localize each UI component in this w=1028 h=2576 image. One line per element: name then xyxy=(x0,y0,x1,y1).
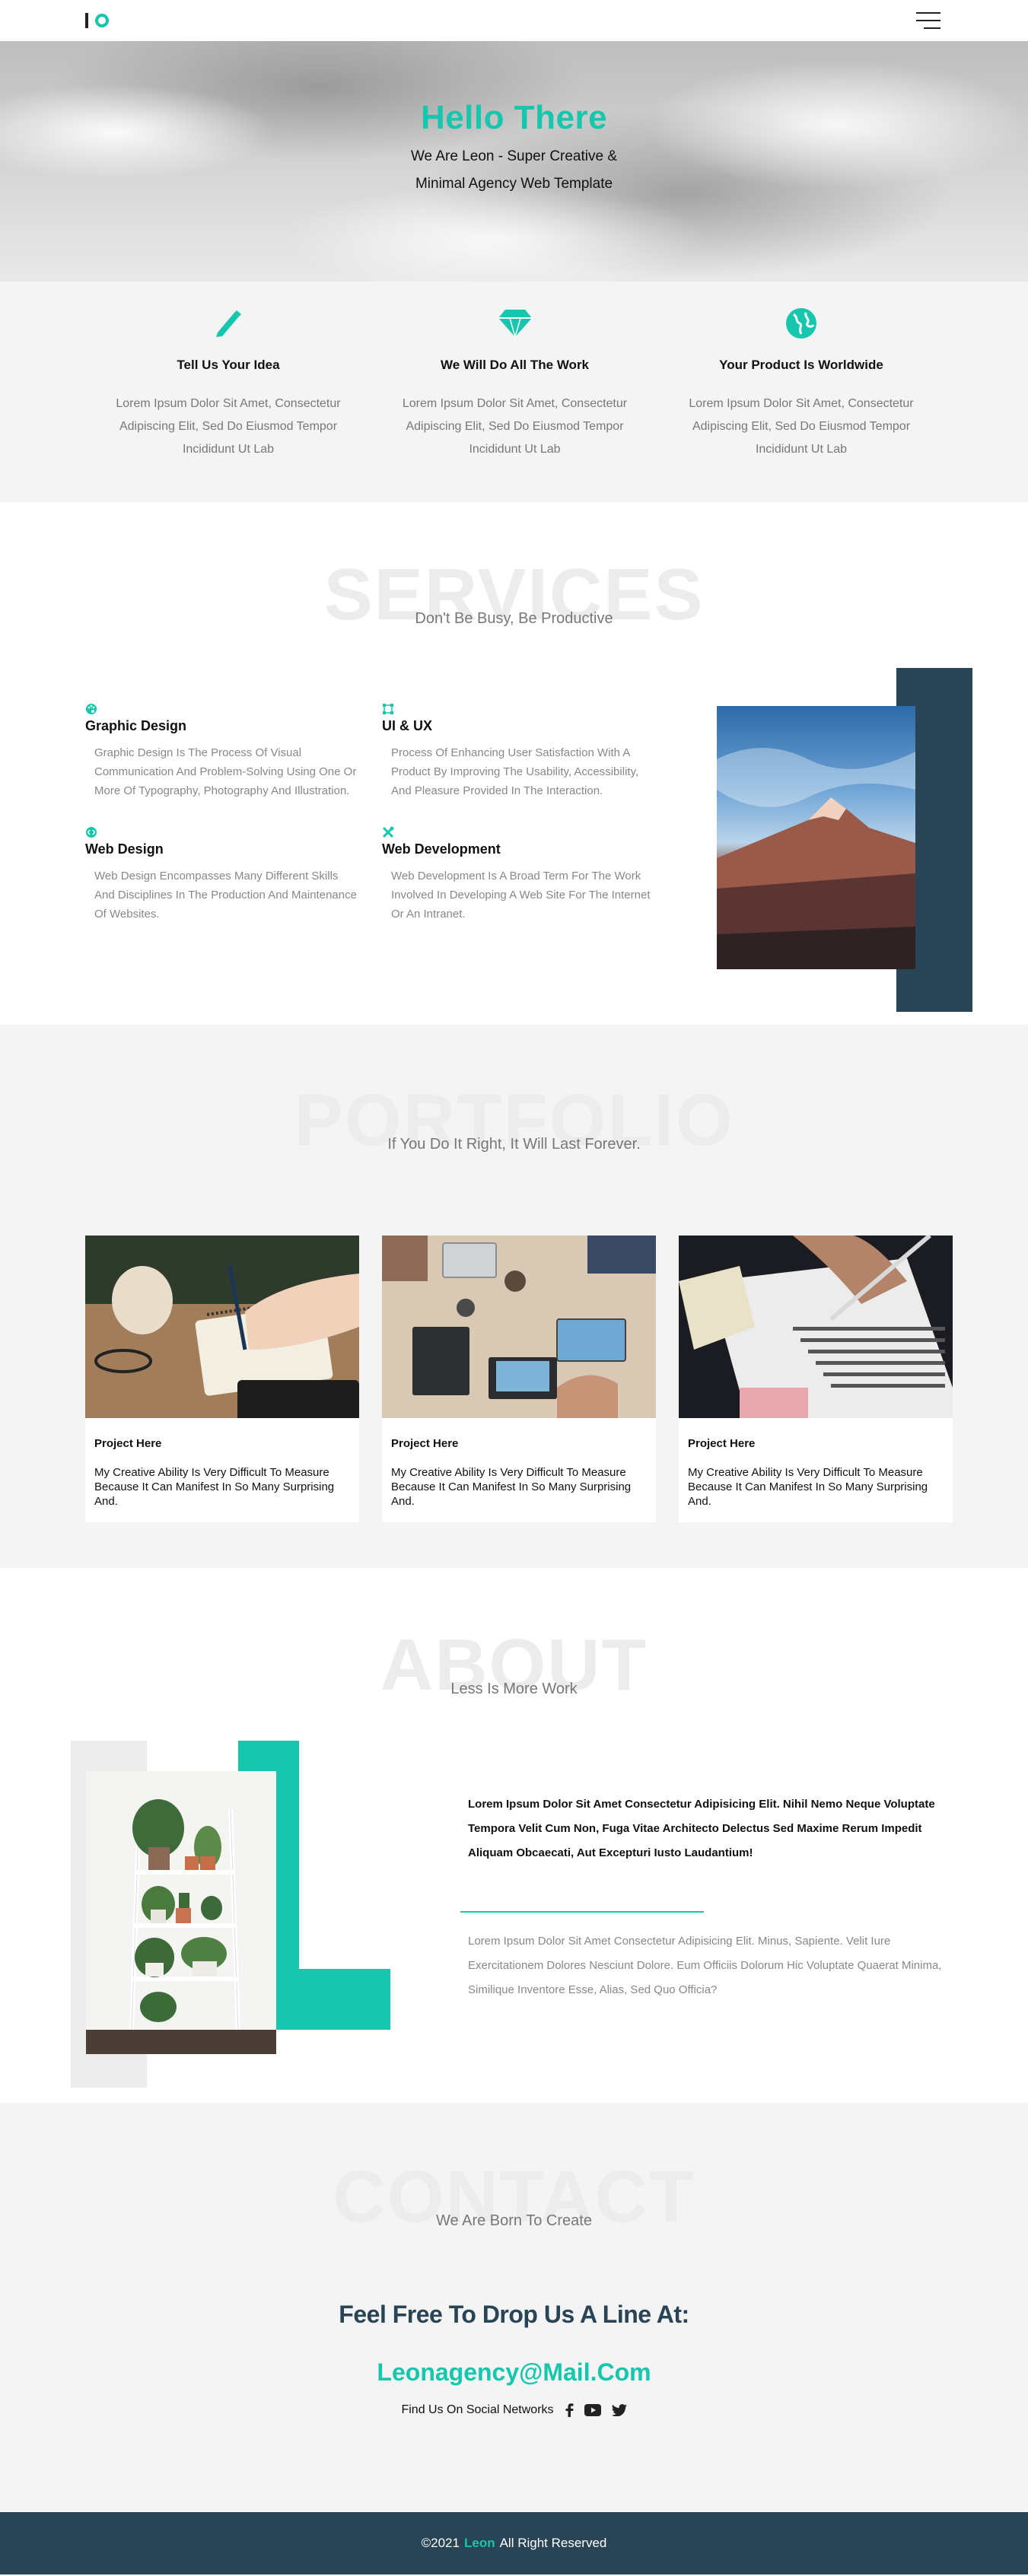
hero-section: Hello There We Are Leon - Super Creative… xyxy=(0,41,1028,281)
diamond-icon xyxy=(393,304,637,342)
hero-title: Hello There xyxy=(420,99,608,136)
hero-subtitle: We Are Leon - Super Creative & Minimal A… xyxy=(410,148,618,192)
logo-ring xyxy=(95,14,109,27)
about-section: ABOUT Less Is More Work Lorem Ipsum Dolo… xyxy=(0,1568,1028,2103)
project-text: My Creative Ability Is Very Difficult To… xyxy=(94,1466,335,1508)
service-item: Web Development Web Development Is A Bro… xyxy=(382,826,679,924)
divider xyxy=(460,1911,704,1913)
hamburger-menu-icon[interactable] xyxy=(916,12,940,29)
mountain-photo xyxy=(717,706,915,969)
feature-text: Lorem Ipsum Dolor Sit Amet, Consectetur … xyxy=(402,397,628,456)
facebook-icon[interactable] xyxy=(565,2403,574,2417)
section-subtitle: Don't Be Busy, Be Productive xyxy=(415,610,613,627)
service-text: Process Of Enhancing User Satisfaction W… xyxy=(391,746,639,797)
pencil-icon xyxy=(107,304,350,342)
service-text: Web Development Is A Broad Term For The … xyxy=(391,870,651,921)
section-subtitle: We Are Born To Create xyxy=(436,2212,592,2229)
section-heading: CONTACT We Are Born To Create xyxy=(0,2159,1028,2243)
service-text: Web Design Encompasses Many Different Sk… xyxy=(94,870,357,921)
tools-icon xyxy=(382,826,679,840)
feature-title: Your Product Is Worldwide xyxy=(719,358,883,372)
menu-line xyxy=(924,27,940,29)
portfolio-card[interactable]: Project Here My Creative Ability Is Very… xyxy=(85,1236,359,1522)
logo[interactable] xyxy=(85,13,109,28)
code-icon xyxy=(85,826,382,840)
service-title: Web Design xyxy=(85,841,164,857)
feature-item: We Will Do All The Work Lorem Ipsum Dolo… xyxy=(393,304,637,502)
service-item: Web Design Web Design Encompasses Many D… xyxy=(85,826,382,924)
menu-line xyxy=(916,20,940,21)
feature-title: Tell Us Your Idea xyxy=(177,358,280,372)
team-laptops-photo xyxy=(382,1236,656,1418)
feature-text: Lorem Ipsum Dolor Sit Amet, Consectetur … xyxy=(116,397,341,456)
service-text: Graphic Design Is The Process Of Visual … xyxy=(94,746,357,797)
vector-square-icon xyxy=(382,703,679,717)
about-text-block: Lorem Ipsum Dolor Sit Amet Consectetur A… xyxy=(460,1792,955,2002)
portfolio-section: PORTFOLIO If You Do It Right, It Will La… xyxy=(0,1025,1028,1568)
service-title: Graphic Design xyxy=(85,718,187,733)
project-text: My Creative Ability Is Very Difficult To… xyxy=(391,1466,632,1508)
social-links: Find Us On Social Networks xyxy=(0,2403,1028,2417)
service-title: UI & UX xyxy=(382,718,433,733)
service-item: UI & UX Process Of Enhancing User Satisf… xyxy=(382,703,679,800)
contact-email-link[interactable]: Leonagency@Mail.Com xyxy=(0,2358,1028,2387)
feature-text: Lorem Ipsum Dolor Sit Amet, Consectetur … xyxy=(689,397,914,456)
logo-bar xyxy=(85,13,88,28)
portfolio-card[interactable]: Project Here My Creative Ability Is Very… xyxy=(382,1236,656,1522)
service-title: Web Development xyxy=(382,841,501,857)
plant-shelf-photo xyxy=(86,1771,276,2054)
footer-rights: All Right Reserved xyxy=(499,2536,607,2550)
top-nav xyxy=(0,0,1028,41)
service-item: Graphic Design Graphic Design Is The Pro… xyxy=(85,703,382,800)
about-bold-text: Lorem Ipsum Dolor Sit Amet Consectetur A… xyxy=(468,1798,935,1859)
menu-line xyxy=(916,12,940,14)
services-grid: Graphic Design Graphic Design Is The Pro… xyxy=(85,703,679,924)
about-light-text: Lorem Ipsum Dolor Sit Amet Consectetur A… xyxy=(468,1935,942,1996)
feature-item: Your Product Is Worldwide Lorem Ipsum Do… xyxy=(679,304,923,502)
twitter-icon[interactable] xyxy=(611,2404,627,2416)
portfolio-cards: Project Here My Creative Ability Is Very… xyxy=(85,1236,953,1522)
project-title: Project Here xyxy=(94,1437,162,1450)
project-title: Project Here xyxy=(391,1437,459,1450)
social-label: Find Us On Social Networks xyxy=(401,2403,554,2416)
services-image-block xyxy=(717,668,972,1012)
palette-icon xyxy=(85,703,382,717)
feature-item: Tell Us Your Idea Lorem Ipsum Dolor Sit … xyxy=(107,304,350,502)
footer-copyright: ©2021 xyxy=(421,2536,460,2550)
section-subtitle: Less Is More Work xyxy=(450,1681,578,1697)
features-section: Tell Us Your Idea Lorem Ipsum Dolor Sit … xyxy=(0,281,1028,502)
footer-brand-link[interactable]: Leon xyxy=(464,2536,495,2551)
project-text: My Creative Ability Is Very Difficult To… xyxy=(688,1466,928,1508)
contact-section: CONTACT We Are Born To Create Feel Free … xyxy=(0,2103,1028,2512)
project-title: Project Here xyxy=(688,1437,756,1450)
section-heading: PORTFOLIO If You Do It Right, It Will La… xyxy=(0,1083,1028,1166)
services-section: SERVICES Don't Be Busy, Be Productive Gr… xyxy=(0,502,1028,1025)
answer-sheet-photo xyxy=(679,1236,953,1418)
notebook-writing-photo xyxy=(85,1236,359,1418)
portfolio-card[interactable]: Project Here My Creative Ability Is Very… xyxy=(679,1236,953,1522)
section-heading: SERVICES Don't Be Busy, Be Productive xyxy=(0,557,1028,641)
section-subtitle: If You Do It Right, It Will Last Forever… xyxy=(387,1136,641,1153)
contact-tagline: Feel Free To Drop Us A Line At: xyxy=(339,2301,689,2328)
globe-icon xyxy=(679,304,923,342)
about-image-block xyxy=(71,1741,390,2088)
feature-title: We Will Do All The Work xyxy=(440,358,590,372)
section-heading: ABOUT Less Is More Work xyxy=(0,1627,1028,1711)
youtube-icon[interactable] xyxy=(584,2404,601,2416)
footer: ©2021 Leon All Right Reserved xyxy=(0,2512,1028,2574)
